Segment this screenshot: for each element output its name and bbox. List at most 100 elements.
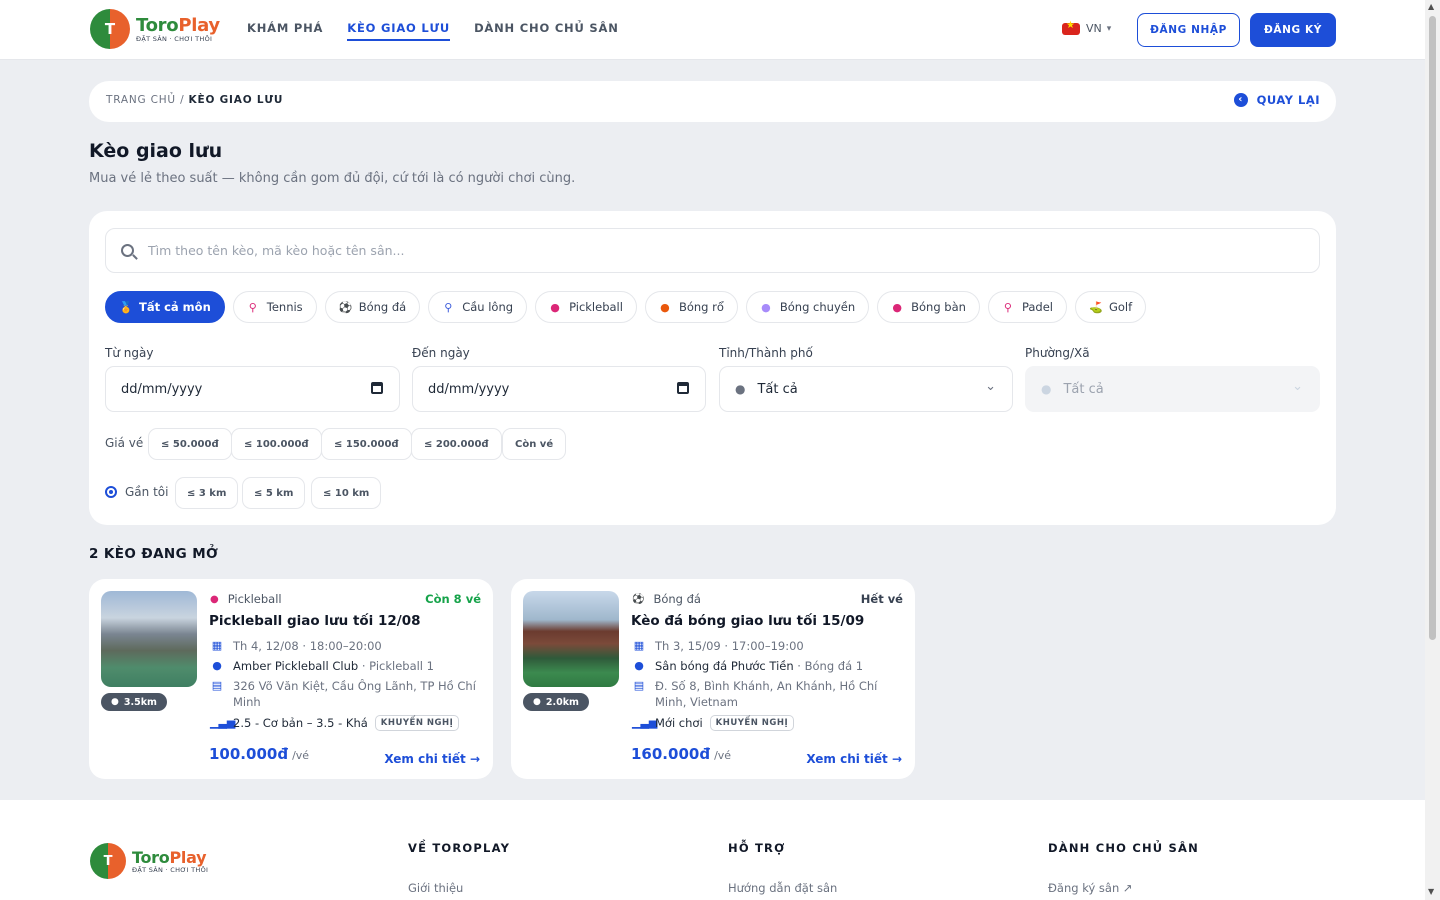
price-filter-label: Giá vé: [105, 436, 144, 450]
card-price: 160.000đ/vé: [631, 745, 732, 763]
footer-link-intro[interactable]: Giới thiệu: [408, 881, 510, 895]
ticket-availability: Còn 8 vé: [425, 592, 481, 606]
card-address: ▤ Đ. Số 8, Bình Khánh, An Khánh, Hồ Chí M…: [633, 679, 878, 709]
card-time: ▦ Th 4, 12/08 · 18:00–20:00: [211, 639, 382, 653]
register-button[interactable]: ĐĂNG KÝ: [1250, 13, 1336, 47]
sport-filter-chips: 🏅 Tất cả môn ⚲ Tennis ⚽ Bóng đá ⚲ Cầu lông ●…: [105, 291, 1154, 323]
shuttlecock-icon: ⚲: [444, 300, 453, 314]
view-detail-link[interactable]: Xem chi tiết →: [384, 752, 480, 766]
nav-social-matches[interactable]: KÈO GIAO LƯU: [347, 0, 450, 60]
ward-label: Phường/Xã: [1025, 346, 1090, 360]
map-icon: ▤: [211, 679, 223, 692]
site-footer: T ToroPlay ĐẶT SÂN · CHƠI THÔI VỀ TOROPL…: [0, 800, 1425, 900]
recommended-badge: KHUYẾN NGHỊ: [374, 715, 460, 731]
language-selector[interactable]: VN ▾: [1062, 20, 1112, 35]
price-chip-200k[interactable]: ≤ 200.000đ: [411, 428, 502, 460]
view-detail-link[interactable]: Xem chi tiết →: [806, 752, 902, 766]
sport-chip-all[interactable]: 🏅 Tất cả môn: [105, 291, 225, 323]
sport-chip-basketball[interactable]: ● Bóng rổ: [644, 291, 738, 323]
brand-tagline: ĐẶT SÂN · CHƠI THÔI: [136, 35, 213, 43]
brand-logo[interactable]: T ToroPlay ĐẶT SÂN · CHƠI THÔI: [90, 9, 220, 49]
card-level: ▁▃▅ 2.5 - Cơ bản – 3.5 - Khá KHUYẾN NGHỊ: [210, 715, 480, 731]
map-pin-icon: ●: [634, 659, 644, 672]
distance-chip-10km[interactable]: ≤ 10 km: [311, 477, 382, 509]
from-date-input[interactable]: dd/mm/yyyy: [105, 366, 400, 412]
city-select[interactable]: ● Tất cả ⌄: [719, 366, 1013, 412]
scroll-up-arrow-icon[interactable]: ▲: [1428, 2, 1434, 11]
page-subtitle: Mua vé lẻ theo suất — không cần gom đủ đ…: [89, 171, 576, 186]
price-chip-available[interactable]: Còn vé: [502, 428, 567, 460]
sport-chip-badminton[interactable]: ⚲ Cầu lông: [428, 291, 528, 323]
sport-chip-tennis[interactable]: ⚲ Tennis: [232, 291, 317, 323]
ticket-availability: Hết vé: [860, 592, 903, 606]
card-venue: ● Amber Pickleball Club · Pickleball 1: [210, 658, 480, 674]
card-level: ▁▃▅ Mới chơi KHUYẾN NGHỊ: [632, 715, 902, 731]
chevron-down-icon: ▾: [1106, 23, 1112, 34]
footer-link-register-venue[interactable]: Đăng ký sân ↗: [1048, 881, 1199, 895]
signal-bars-icon: ▁▃▅: [632, 716, 658, 729]
card-title[interactable]: Kèo đá bóng giao lưu tối 15/09: [631, 613, 864, 629]
medal-icon: 🏅: [119, 300, 133, 314]
search-input[interactable]: Tìm theo tên kèo, mã kèo hoặc tên sân...: [105, 228, 1320, 273]
calendar-icon[interactable]: [677, 382, 689, 394]
map-pin-icon: ●: [533, 697, 541, 707]
main-nav: KHÁM PHÁ KÈO GIAO LƯU DÀNH CHO CHỦ SÂN: [247, 0, 643, 60]
nav-for-owners[interactable]: DÀNH CHO CHỦ SÂN: [474, 0, 619, 60]
sport-chip-pickleball[interactable]: ● Pickleball: [535, 291, 637, 323]
breadcrumb-bar: TRANG CHỦ / KÈO GIAO LƯU ‹ QUAY LẠI: [89, 81, 1336, 122]
from-date-label: Từ ngày: [105, 346, 154, 360]
venue-photo: [101, 591, 197, 687]
sport-chip-padel[interactable]: ⚲ Padel: [987, 291, 1067, 323]
footer-link-guide[interactable]: Hướng dẫn đặt sân: [728, 881, 837, 895]
arrow-right-icon: →: [469, 752, 480, 766]
back-button[interactable]: ‹ QUAY LẠI: [1233, 93, 1320, 107]
footer-logo[interactable]: T ToroPlay ĐẶT SÂN · CHƠI THÔI: [90, 843, 208, 879]
search-icon: [121, 244, 134, 257]
distance-chip-5km[interactable]: ≤ 5 km: [242, 477, 306, 509]
calendar-icon[interactable]: [371, 382, 383, 394]
brand-name: ToroPlay: [132, 848, 207, 867]
page-scrollbar[interactable]: ▲ ▼: [1425, 0, 1440, 900]
scroll-thumb[interactable]: [1429, 16, 1436, 640]
footer-col-owners: DÀNH CHO CHỦ SÂN Đăng ký sân ↗: [1048, 841, 1199, 895]
breadcrumb-home[interactable]: TRANG CHỦ: [106, 94, 176, 106]
golf-icon: ⛳: [1088, 300, 1103, 314]
volleyball-icon: ●: [761, 300, 771, 314]
match-card[interactable]: ● 2.0km ⚽ Bóng đá Hết vé Kèo đá bóng giao …: [511, 579, 915, 779]
sport-chip-volleyball[interactable]: ● Bóng chuyền: [745, 291, 870, 323]
card-time: ▦ Th 3, 15/09 · 17:00–19:00: [633, 639, 804, 653]
brand-tagline: ĐẶT SÂN · CHƠI THÔI: [132, 866, 209, 874]
card-title[interactable]: Pickleball giao lưu tối 12/08: [209, 613, 421, 629]
price-chip-50k[interactable]: ≤ 50.000đ: [148, 428, 232, 460]
page-title: Kèo giao lưu: [89, 140, 223, 162]
paddle-icon: ●: [210, 593, 219, 605]
external-link-icon: ↗: [1122, 881, 1133, 895]
sport-chip-table-tennis[interactable]: ● Bóng bàn: [877, 291, 980, 323]
card-sport: ● Pickleball: [210, 592, 282, 606]
nav-explore[interactable]: KHÁM PHÁ: [247, 0, 323, 60]
top-header: T ToroPlay ĐẶT SÂN · CHƠI THÔI KHÁM PHÁ …: [0, 0, 1425, 60]
map-pin-icon: ●: [212, 659, 222, 672]
sport-chip-golf[interactable]: ⛳ Golf: [1074, 291, 1147, 323]
near-me-toggle[interactable]: Gần tôi: [105, 485, 168, 499]
racket-icon: ⚲: [1003, 300, 1012, 314]
distance-chip-3km[interactable]: ≤ 3 km: [175, 477, 239, 509]
arrow-right-icon: →: [891, 752, 902, 766]
scroll-down-arrow-icon[interactable]: ▼: [1428, 887, 1434, 896]
card-price: 100.000đ/vé: [209, 745, 310, 763]
to-date-label: Đến ngày: [412, 346, 470, 360]
basketball-icon: ●: [660, 300, 670, 314]
calendar-icon: ▦: [633, 639, 645, 652]
price-chip-100k[interactable]: ≤ 100.000đ: [231, 428, 322, 460]
sport-chip-football[interactable]: ⚽ Bóng đá: [324, 291, 421, 323]
card-address: ▤ 326 Võ Văn Kiệt, Cầu Ông Lãnh, TP Hồ Ch…: [211, 679, 476, 709]
login-button[interactable]: ĐĂNG NHẬP: [1137, 13, 1240, 47]
price-chip-150k[interactable]: ≤ 150.000đ: [321, 428, 412, 460]
card-sport: ⚽ Bóng đá: [632, 592, 701, 606]
to-date-input[interactable]: dd/mm/yyyy: [412, 366, 706, 412]
venue-photo: [523, 591, 619, 687]
map-pin-icon: ●: [735, 382, 746, 396]
match-card[interactable]: ● 3.5km ● Pickleball Còn 8 vé Pickleball g…: [89, 579, 493, 779]
ward-select[interactable]: ● Tất cả ⌄: [1025, 366, 1320, 412]
distance-badge: ● 3.5km: [101, 693, 167, 711]
